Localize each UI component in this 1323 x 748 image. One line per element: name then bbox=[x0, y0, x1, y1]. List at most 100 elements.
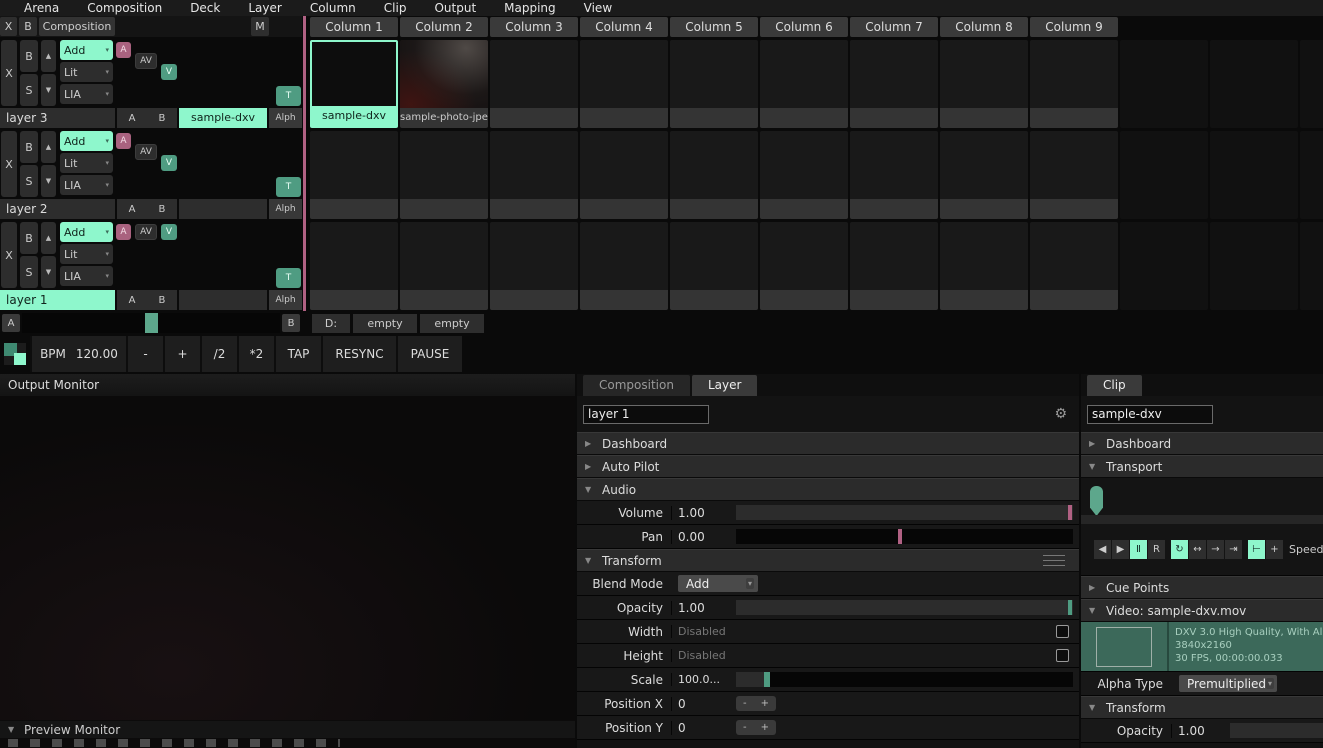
layer2-audiovideo-button[interactable]: AV bbox=[135, 144, 157, 160]
deck-tab-2[interactable]: empty bbox=[420, 314, 484, 333]
layer1-down-button[interactable]: ▼ bbox=[41, 256, 56, 288]
clip-slot[interactable] bbox=[940, 222, 1028, 310]
clip-slot[interactable] bbox=[850, 40, 938, 128]
crossfader-slider[interactable] bbox=[22, 313, 280, 333]
clip-slot[interactable] bbox=[940, 131, 1028, 219]
layer2-transition-button[interactable]: T bbox=[276, 177, 301, 197]
resync-button[interactable]: RESYNC bbox=[321, 336, 396, 372]
layer1-bypass-button[interactable]: B bbox=[20, 222, 38, 254]
layer1-param2-dropdown[interactable]: Lit ▾ bbox=[60, 244, 113, 264]
bpm-double-button[interactable]: *2 bbox=[237, 336, 274, 372]
menu-column[interactable]: Column bbox=[296, 0, 370, 16]
layer1-name[interactable]: layer 1 bbox=[0, 290, 115, 310]
tab-clip[interactable]: Clip bbox=[1087, 375, 1142, 396]
bpm-half-button[interactable]: /2 bbox=[200, 336, 237, 372]
timeline-strip[interactable] bbox=[1081, 515, 1323, 524]
clip-slot[interactable] bbox=[1210, 40, 1298, 128]
clip-slot[interactable] bbox=[1300, 40, 1323, 128]
clip-slot[interactable] bbox=[1120, 131, 1208, 219]
clip-section-video[interactable]: ▼ Video: sample-dxv.mov bbox=[1081, 599, 1323, 622]
gear-icon[interactable]: ⚙ bbox=[1054, 407, 1067, 421]
layer2-param3-dropdown[interactable]: LIA ▾ bbox=[60, 175, 113, 195]
layer2-assign-a[interactable]: A bbox=[129, 204, 136, 215]
alpha-type-dropdown[interactable]: Premultiplied ▾ bbox=[1179, 675, 1277, 692]
clip-name-input[interactable] bbox=[1087, 405, 1213, 424]
pause-transport-button[interactable]: Ⅱ bbox=[1130, 540, 1147, 559]
crossfader-b-button[interactable]: B bbox=[282, 314, 300, 332]
section-dashboard[interactable]: ▶ Dashboard bbox=[577, 432, 1079, 455]
layer1-audiovideo-button[interactable]: AV bbox=[135, 224, 157, 240]
clip-slot[interactable] bbox=[490, 222, 578, 310]
layer3-down-button[interactable]: ▼ bbox=[41, 74, 56, 106]
clip-slot[interactable] bbox=[670, 40, 758, 128]
clip-section-transport[interactable]: ▼ Transport bbox=[1081, 455, 1323, 478]
layer1-video-button[interactable]: V bbox=[161, 224, 177, 240]
layer3-param3-dropdown[interactable]: LIA ▾ bbox=[60, 84, 113, 104]
clip-slot[interactable] bbox=[400, 222, 488, 310]
clip-slot[interactable] bbox=[850, 131, 938, 219]
stepper-minus[interactable]: - bbox=[743, 722, 747, 733]
layer1-solo-button[interactable]: S bbox=[20, 256, 38, 288]
bpm-sync-mode-button[interactable]: + bbox=[1266, 540, 1283, 559]
layer3-clear-button[interactable]: X bbox=[1, 40, 17, 106]
column-header[interactable]: Column 6 bbox=[760, 17, 848, 37]
layer3-audio-button[interactable]: A bbox=[116, 42, 131, 58]
volume-slider[interactable] bbox=[736, 505, 1073, 520]
clip-slot[interactable] bbox=[400, 131, 488, 219]
layer1-alpha-button[interactable]: Alph bbox=[269, 290, 302, 310]
column-header[interactable]: Column 3 bbox=[490, 17, 578, 37]
layer3-assign-a[interactable]: A bbox=[129, 113, 136, 124]
clip-slot[interactable] bbox=[850, 222, 938, 310]
clip-slot[interactable] bbox=[670, 222, 758, 310]
layer3-video-button[interactable]: V bbox=[161, 64, 177, 80]
layer3-name[interactable]: layer 3 bbox=[0, 108, 115, 128]
layer2-active-clip[interactable] bbox=[179, 199, 267, 219]
clip-slot[interactable] bbox=[490, 131, 578, 219]
column-header[interactable]: Column 1 bbox=[310, 17, 398, 37]
composition-bypass-button[interactable]: B bbox=[19, 17, 37, 36]
pause-button[interactable]: PAUSE bbox=[396, 336, 462, 372]
clip-slot[interactable] bbox=[1300, 131, 1323, 219]
menu-handle-icon[interactable] bbox=[1043, 555, 1065, 566]
position-x-stepper[interactable]: - + bbox=[736, 696, 776, 711]
layer2-video-button[interactable]: V bbox=[161, 155, 177, 171]
clip-slot[interactable] bbox=[1300, 222, 1323, 310]
play-once-hold-button[interactable]: ⇥ bbox=[1225, 540, 1242, 559]
layer2-audio-button[interactable]: A bbox=[116, 133, 131, 149]
layer3-transition-button[interactable]: T bbox=[276, 86, 301, 106]
layer2-alpha-button[interactable]: Alph bbox=[269, 199, 302, 219]
crossfader-a-button[interactable]: A bbox=[2, 314, 20, 332]
composition-tab[interactable]: Composition bbox=[39, 17, 115, 36]
playhead-marker[interactable] bbox=[1090, 486, 1103, 516]
layer3-bypass-button[interactable]: B bbox=[20, 40, 38, 72]
clip-slot[interactable] bbox=[940, 40, 1028, 128]
section-auto-pilot[interactable]: ▶ Auto Pilot bbox=[577, 455, 1079, 478]
menu-arena[interactable]: Arena bbox=[10, 0, 73, 16]
opacity-slider[interactable] bbox=[736, 600, 1073, 615]
loop-button[interactable]: ↻ bbox=[1171, 540, 1188, 559]
clip-slot[interactable] bbox=[580, 222, 668, 310]
layer1-up-button[interactable]: ▲ bbox=[41, 222, 56, 254]
layer3-param2-dropdown[interactable]: Lit ▾ bbox=[60, 62, 113, 82]
column-header[interactable]: Column 9 bbox=[1030, 17, 1118, 37]
layer3-active-clip[interactable]: sample-dxv bbox=[179, 108, 267, 128]
stepper-plus[interactable]: + bbox=[761, 722, 769, 733]
layer1-clear-button[interactable]: X bbox=[1, 222, 17, 288]
menu-layer[interactable]: Layer bbox=[234, 0, 295, 16]
clip-slot[interactable] bbox=[760, 222, 848, 310]
column-header[interactable]: Column 4 bbox=[580, 17, 668, 37]
layer1-active-clip[interactable] bbox=[179, 290, 267, 310]
layer3-audiovideo-button[interactable]: AV bbox=[135, 53, 157, 69]
layer2-down-button[interactable]: ▼ bbox=[41, 165, 56, 197]
clip-slot[interactable] bbox=[1120, 40, 1208, 128]
layer2-solo-button[interactable]: S bbox=[20, 165, 38, 197]
column-header[interactable]: Column 8 bbox=[940, 17, 1028, 37]
clip-section-cue-points[interactable]: ▶ Cue Points bbox=[1081, 576, 1323, 599]
timeline-mode-button[interactable]: ⊢ bbox=[1248, 540, 1265, 559]
clip-opacity-slider[interactable] bbox=[1230, 723, 1323, 738]
layer2-assign-b[interactable]: B bbox=[159, 204, 166, 215]
crossfader-handle[interactable] bbox=[145, 313, 158, 333]
deck-tab-1[interactable]: empty bbox=[353, 314, 417, 333]
layer2-param2-dropdown[interactable]: Lit ▾ bbox=[60, 153, 113, 173]
scale-value[interactable]: 100.0... bbox=[671, 673, 736, 686]
